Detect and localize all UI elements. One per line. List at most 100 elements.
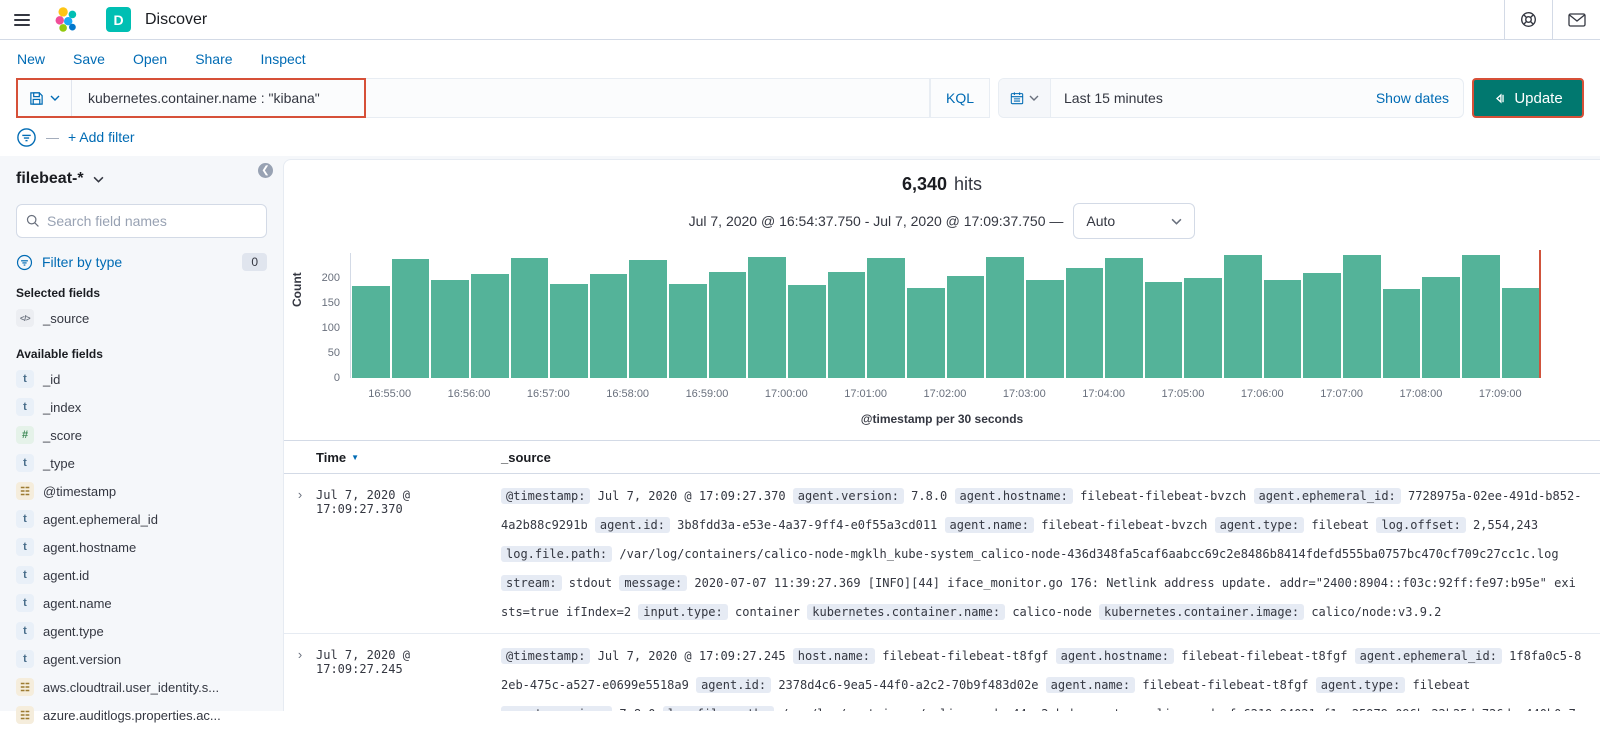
time-column-header[interactable]: Time ▼	[316, 450, 501, 465]
field-item-_type[interactable]: t _type	[16, 449, 267, 477]
histogram-bar-17:01:00[interactable]	[867, 258, 905, 378]
filter-icon[interactable]	[16, 127, 37, 148]
menu-item-inspect[interactable]: Inspect	[261, 51, 306, 67]
histogram-bar-17:06:00[interactable]	[1263, 280, 1302, 378]
histogram-bar-17:00:00[interactable]	[788, 284, 826, 378]
histogram-bar-17:04:00[interactable]	[1105, 257, 1143, 378]
histogram-bar-17:07:00[interactable]	[1343, 254, 1381, 378]
histogram-bar-17:04:30[interactable]	[1144, 281, 1183, 378]
histogram-bar-16:56:30[interactable]	[510, 257, 549, 378]
field-item-agent.name[interactable]: t agent.name	[16, 589, 267, 617]
histogram-bar-17:03:00[interactable]	[1025, 279, 1064, 378]
mail-icon[interactable]	[1552, 0, 1600, 39]
histogram-bar-16:59:30[interactable]	[748, 256, 787, 378]
field-search-input[interactable]: Search field names	[16, 204, 267, 238]
x-tick-17:00:00: 17:00:00	[764, 388, 808, 400]
selected-fields-heading: Selected fields	[16, 286, 101, 300]
y-axis-ticks: 0 50 100 150 200	[310, 253, 344, 384]
add-filter-button[interactable]: + Add filter	[68, 129, 135, 145]
time-range-value[interactable]: Last 15 minutes	[1051, 90, 1362, 106]
query-language-button[interactable]: KQL	[929, 78, 990, 118]
string-field-type-icon: t	[16, 510, 34, 528]
field-item-_source[interactable]: </> _source	[16, 304, 267, 332]
field-name: _score	[43, 427, 83, 443]
histogram-bar-17:02:30[interactable]	[986, 256, 1024, 378]
field-name-badge: agent.version:	[792, 488, 904, 504]
string-field-type-icon: t	[16, 622, 34, 640]
query-highlight-box: kubernetes.container.name : "kibana"	[16, 78, 366, 118]
saved-query-menu-button[interactable]	[18, 80, 72, 116]
collapse-sidebar-button[interactable]: ❮	[258, 163, 273, 178]
filter-icon	[16, 254, 33, 270]
histogram-bar-16:56:00[interactable]	[470, 274, 509, 378]
field-item-agent.hostname[interactable]: t agent.hostname	[16, 533, 267, 561]
field-name: agent.ephemeral_id	[43, 511, 158, 527]
field-item-azure.auditlogs.properties.ac...[interactable]: ☷ azure.auditlogs.properties.ac...	[16, 701, 267, 729]
field-item-_index[interactable]: t _index	[16, 393, 267, 421]
filter-bar: — + Add filter	[0, 126, 1600, 156]
expand-row-icon[interactable]: ›	[284, 642, 316, 711]
histogram-bar-17:01:30[interactable]	[906, 288, 945, 378]
doc-timestamp: Jul 7, 2020 @ 17:09:27.370	[316, 488, 410, 516]
current-time-marker	[1539, 250, 1541, 378]
date-quick-select-button[interactable]	[999, 79, 1051, 117]
source-column-header: _source	[501, 449, 551, 465]
field-name-badge: agent.hostname:	[1055, 648, 1175, 664]
histogram-bar-16:57:00[interactable]	[550, 283, 588, 378]
index-pattern-switcher[interactable]: filebeat-*	[16, 170, 267, 188]
histogram-bar-16:55:30[interactable]	[431, 280, 469, 378]
discover-app-icon[interactable]: D	[106, 7, 131, 32]
chevron-down-icon	[1029, 95, 1039, 101]
histogram-bar-16:55:00[interactable]	[391, 259, 430, 378]
histogram-bar-16:54:30[interactable]	[352, 285, 390, 378]
menu-icon[interactable]	[0, 0, 44, 39]
histogram-bar-17:03:30[interactable]	[1065, 268, 1104, 378]
field-item-_score[interactable]: # _score	[16, 421, 267, 449]
y-tick-0: 0	[333, 372, 340, 384]
histogram-bars	[350, 250, 1541, 378]
histogram-bar-17:05:30[interactable]	[1224, 255, 1262, 378]
interval-select[interactable]: Auto	[1073, 203, 1196, 239]
x-axis-title: @timestamp per 30 seconds	[860, 412, 1024, 426]
filter-by-type-button[interactable]: Filter by type	[16, 254, 122, 271]
menu-item-open[interactable]: Open	[133, 51, 167, 67]
y-tick-100: 100	[321, 322, 340, 334]
histogram-bar-17:08:00[interactable]	[1422, 277, 1460, 378]
menu-item-share[interactable]: Share	[195, 51, 232, 67]
update-button[interactable]: Update	[1472, 78, 1584, 118]
field-item-@timestamp[interactable]: ☷ @timestamp	[16, 477, 267, 505]
field-name: _source	[43, 310, 90, 326]
field-name-badge: stream:	[501, 575, 562, 591]
histogram-bar-17:06:30[interactable]	[1303, 272, 1342, 378]
field-sidebar: filebeat-* Search field names Filter by …	[0, 156, 283, 724]
query-input-extension[interactable]	[366, 78, 930, 118]
histogram-bar-16:59:00[interactable]	[708, 272, 747, 378]
menu-item-new[interactable]: New	[17, 51, 45, 67]
help-icon[interactable]	[1504, 0, 1552, 39]
field-item-_id[interactable]: t _id	[16, 365, 267, 393]
field-item-agent.version[interactable]: t agent.version	[16, 645, 267, 673]
histogram-bar-17:08:30[interactable]	[1461, 254, 1500, 378]
show-dates-button[interactable]: Show dates	[1362, 90, 1463, 106]
field-item-agent.id[interactable]: t agent.id	[16, 561, 267, 589]
hits-label: hits	[954, 174, 983, 194]
histogram-bar-17:09:00[interactable]	[1501, 288, 1540, 378]
field-name: _type	[43, 455, 75, 471]
field-name-badge: agent.name:	[1045, 677, 1136, 693]
query-input[interactable]: kubernetes.container.name : "kibana"	[72, 80, 364, 116]
histogram-bar-16:57:30[interactable]	[589, 274, 628, 378]
field-item-aws.cloudtrail.user_identity.s...[interactable]: ☷ aws.cloudtrail.user_identity.s...	[16, 673, 267, 701]
expand-row-icon[interactable]: ›	[284, 482, 316, 627]
histogram-bar-16:58:30[interactable]	[669, 284, 707, 378]
field-name: _index	[43, 399, 82, 415]
field-item-agent.type[interactable]: t agent.type	[16, 617, 267, 645]
histogram-bar-17:02:00[interactable]	[946, 275, 985, 378]
histogram-bar-17:05:00[interactable]	[1184, 278, 1223, 378]
histogram-bar-16:58:00[interactable]	[629, 260, 668, 378]
time-range-text: Jul 7, 2020 @ 16:54:37.750 - Jul 7, 2020…	[688, 213, 1064, 229]
menu-item-save[interactable]: Save	[73, 51, 105, 67]
histogram-bar-17:07:30[interactable]	[1382, 289, 1421, 378]
doc-table-row: › Jul 7, 2020 @ 17:09:27.370 @timestamp: J…	[284, 474, 1600, 634]
field-item-agent.ephemeral_id[interactable]: t agent.ephemeral_id	[16, 505, 267, 533]
histogram-bar-17:00:30[interactable]	[827, 272, 866, 378]
